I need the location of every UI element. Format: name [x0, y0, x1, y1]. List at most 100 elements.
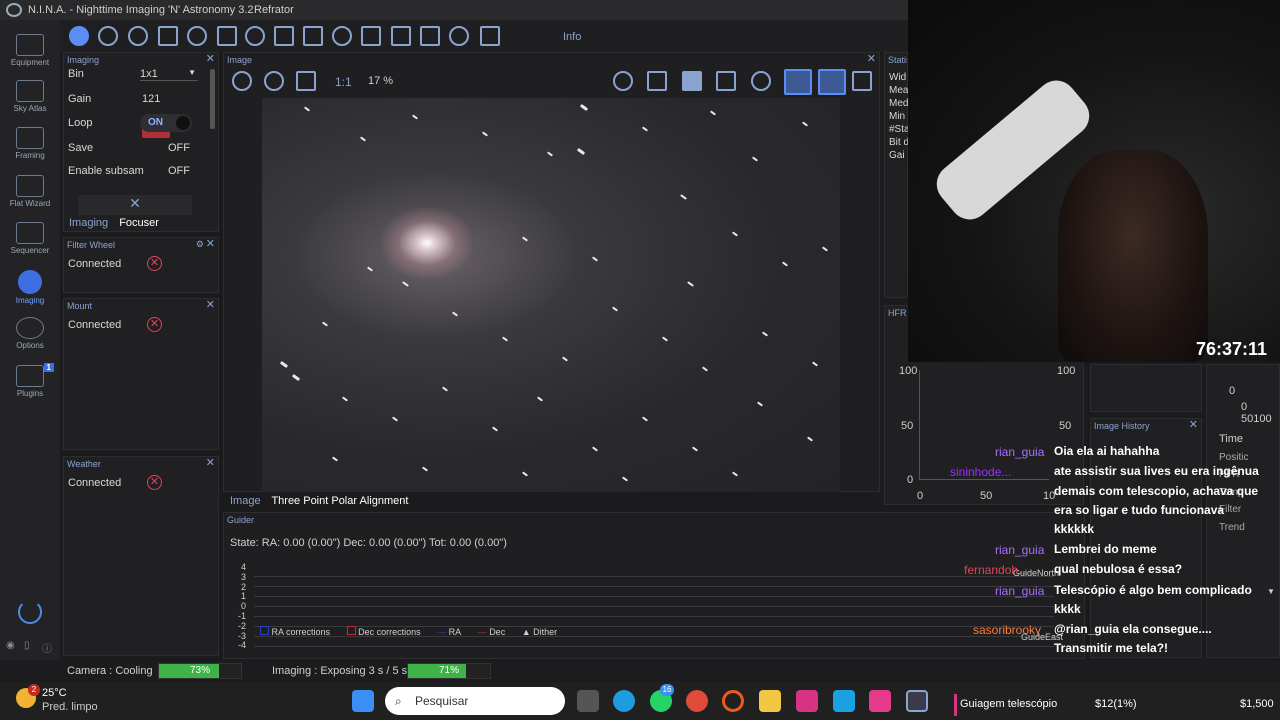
weather-badge: 2	[28, 684, 40, 696]
star-icon[interactable]	[818, 69, 846, 95]
chart-icon[interactable]	[391, 26, 411, 46]
hfr-y2-tick: 100	[1057, 365, 1076, 377]
power-icon[interactable]	[18, 600, 42, 624]
bulb-icon[interactable]	[449, 26, 469, 46]
chat-overlay: Oia ela ai hahahha ate assistir sua live…	[940, 444, 1280, 660]
flip-icon[interactable]	[647, 71, 667, 91]
scrollbar[interactable]	[210, 69, 215, 129]
legend-dec-corr-swatch	[346, 626, 356, 635]
disconnected-icon[interactable]: ✕	[147, 317, 162, 332]
chrome-icon[interactable]	[686, 690, 708, 712]
tab-image[interactable]: Image	[230, 495, 261, 507]
gear-icon	[16, 317, 44, 339]
disconnected-icon[interactable]: ✕	[147, 475, 162, 490]
filter-wheel-icon[interactable]	[128, 26, 148, 46]
weather-desc: Pred. limpo	[42, 701, 98, 713]
folder-icon[interactable]	[759, 690, 781, 712]
hfr-x-tick: 0	[917, 490, 924, 502]
nav-plugins[interactable]: Plugins 1	[0, 363, 60, 398]
windows-start-icon[interactable]	[352, 690, 374, 712]
zoom-level: 17 %	[368, 75, 394, 87]
nav-sequencer[interactable]: Sequencer	[0, 222, 60, 255]
nav-equipment[interactable]: Equipment	[0, 34, 60, 67]
app-icon[interactable]	[869, 690, 891, 712]
filter-wheel-title: Filter Wheel	[67, 240, 116, 250]
goal-accent	[954, 694, 957, 716]
plugins-badge: 1	[43, 363, 54, 372]
loop-toggle[interactable]: ON	[140, 114, 192, 132]
chat-username: rian_guia	[995, 584, 1045, 598]
nav-flat-wizard[interactable]: Flat Wizard	[0, 175, 60, 208]
telescope-icon[interactable]	[217, 26, 237, 46]
grid-icon[interactable]	[682, 71, 702, 91]
cancel-exposure-button[interactable]: ✕	[78, 195, 192, 215]
close-icon[interactable]: ✕	[1189, 419, 1198, 432]
app-icon[interactable]	[833, 690, 855, 712]
annotate-icon[interactable]	[852, 71, 872, 91]
streamer-image	[1058, 150, 1208, 362]
close-icon[interactable]: ✕	[867, 53, 876, 66]
info-tab[interactable]: Info	[563, 31, 581, 43]
tab-focuser[interactable]: Focuser	[119, 217, 159, 229]
imaging-dot-icon[interactable]	[69, 26, 89, 46]
close-icon[interactable]: ✕	[206, 299, 215, 312]
about-icon[interactable]: ⓘ	[42, 640, 52, 655]
tab-polar-alignment[interactable]: Three Point Polar Alignment	[271, 495, 408, 507]
save-toggle[interactable]: OFF	[168, 142, 190, 154]
weather-title: Weather	[67, 459, 101, 469]
nav-sky-atlas[interactable]: Sky Atlas	[0, 80, 60, 113]
list-icon[interactable]	[274, 26, 294, 46]
observatory-icon[interactable]	[361, 26, 381, 46]
chat-username: fernandoh...	[964, 563, 1029, 577]
nina-taskbar-icon[interactable]	[906, 690, 928, 712]
gain-input[interactable]: 121	[142, 93, 160, 105]
shield-icon[interactable]	[480, 26, 500, 46]
tab-imaging[interactable]: Imaging	[69, 217, 108, 229]
guide-graph-icon[interactable]	[420, 26, 440, 46]
close-icon[interactable]: ✕	[206, 238, 215, 251]
close-icon[interactable]: ✕	[206, 53, 215, 66]
bin-label: Bin	[68, 68, 84, 80]
close-icon[interactable]: ✕	[206, 457, 215, 470]
target-icon[interactable]	[245, 26, 265, 46]
taskbar-search[interactable]: ⌕ Pesquisar	[385, 687, 565, 715]
task-view-icon[interactable]	[577, 690, 599, 712]
subsample-toggle[interactable]: OFF	[168, 165, 190, 177]
save-label: Save	[68, 142, 94, 154]
zoom-in-icon[interactable]	[232, 71, 252, 91]
chat-message: demais com telescopio, achava que	[1054, 484, 1259, 498]
shutter-icon[interactable]	[98, 26, 118, 46]
captured-image[interactable]	[262, 98, 840, 492]
frame-icon[interactable]	[158, 26, 178, 46]
sliders-icon[interactable]	[303, 26, 323, 46]
statistics-panel: Statisti WidMea MedMin #StaBit d Gai	[884, 52, 910, 298]
imaging-status-label: Imaging : Exposing 3 s / 5 s	[272, 665, 408, 677]
rotator-icon[interactable]	[187, 26, 207, 46]
eye-icon[interactable]: ◉	[6, 640, 15, 651]
stretch-icon[interactable]	[784, 69, 812, 95]
nav-imaging[interactable]: Imaging	[0, 270, 60, 305]
one-to-one-button[interactable]: 1:1	[335, 75, 352, 89]
weather-temp: 25°C	[42, 687, 67, 699]
fit-icon[interactable]	[296, 71, 316, 91]
nav-framing[interactable]: Framing	[0, 127, 60, 160]
star-detect-icon[interactable]	[716, 71, 736, 91]
goal-title: Guiagem telescópio	[960, 698, 1058, 710]
nav-options[interactable]: Options	[0, 317, 60, 350]
imaging-panel-title: Imaging	[67, 55, 100, 65]
rotate-icon[interactable]	[613, 71, 633, 91]
dome-icon[interactable]	[332, 26, 352, 46]
crosshair-icon[interactable]	[751, 71, 771, 91]
guider-state: State: RA: 0.00 (0.00") Dec: 0.00 (0.00"…	[230, 537, 507, 549]
settings-icon[interactable]: ⚙	[196, 238, 204, 251]
book-icon[interactable]: ▯	[24, 640, 30, 651]
zoom-out-icon[interactable]	[264, 71, 284, 91]
office-icon[interactable]	[722, 690, 744, 712]
bin-select[interactable]: 1x1 ▼	[140, 68, 198, 81]
app-icon[interactable]	[796, 690, 818, 712]
legend-ra-line: —	[437, 627, 447, 637]
disconnected-icon[interactable]: ✕	[147, 256, 162, 271]
image-panel-title: Image	[227, 55, 253, 65]
chat-message: Oia ela ai hahahha	[1054, 444, 1160, 458]
edge-icon[interactable]	[613, 690, 635, 712]
